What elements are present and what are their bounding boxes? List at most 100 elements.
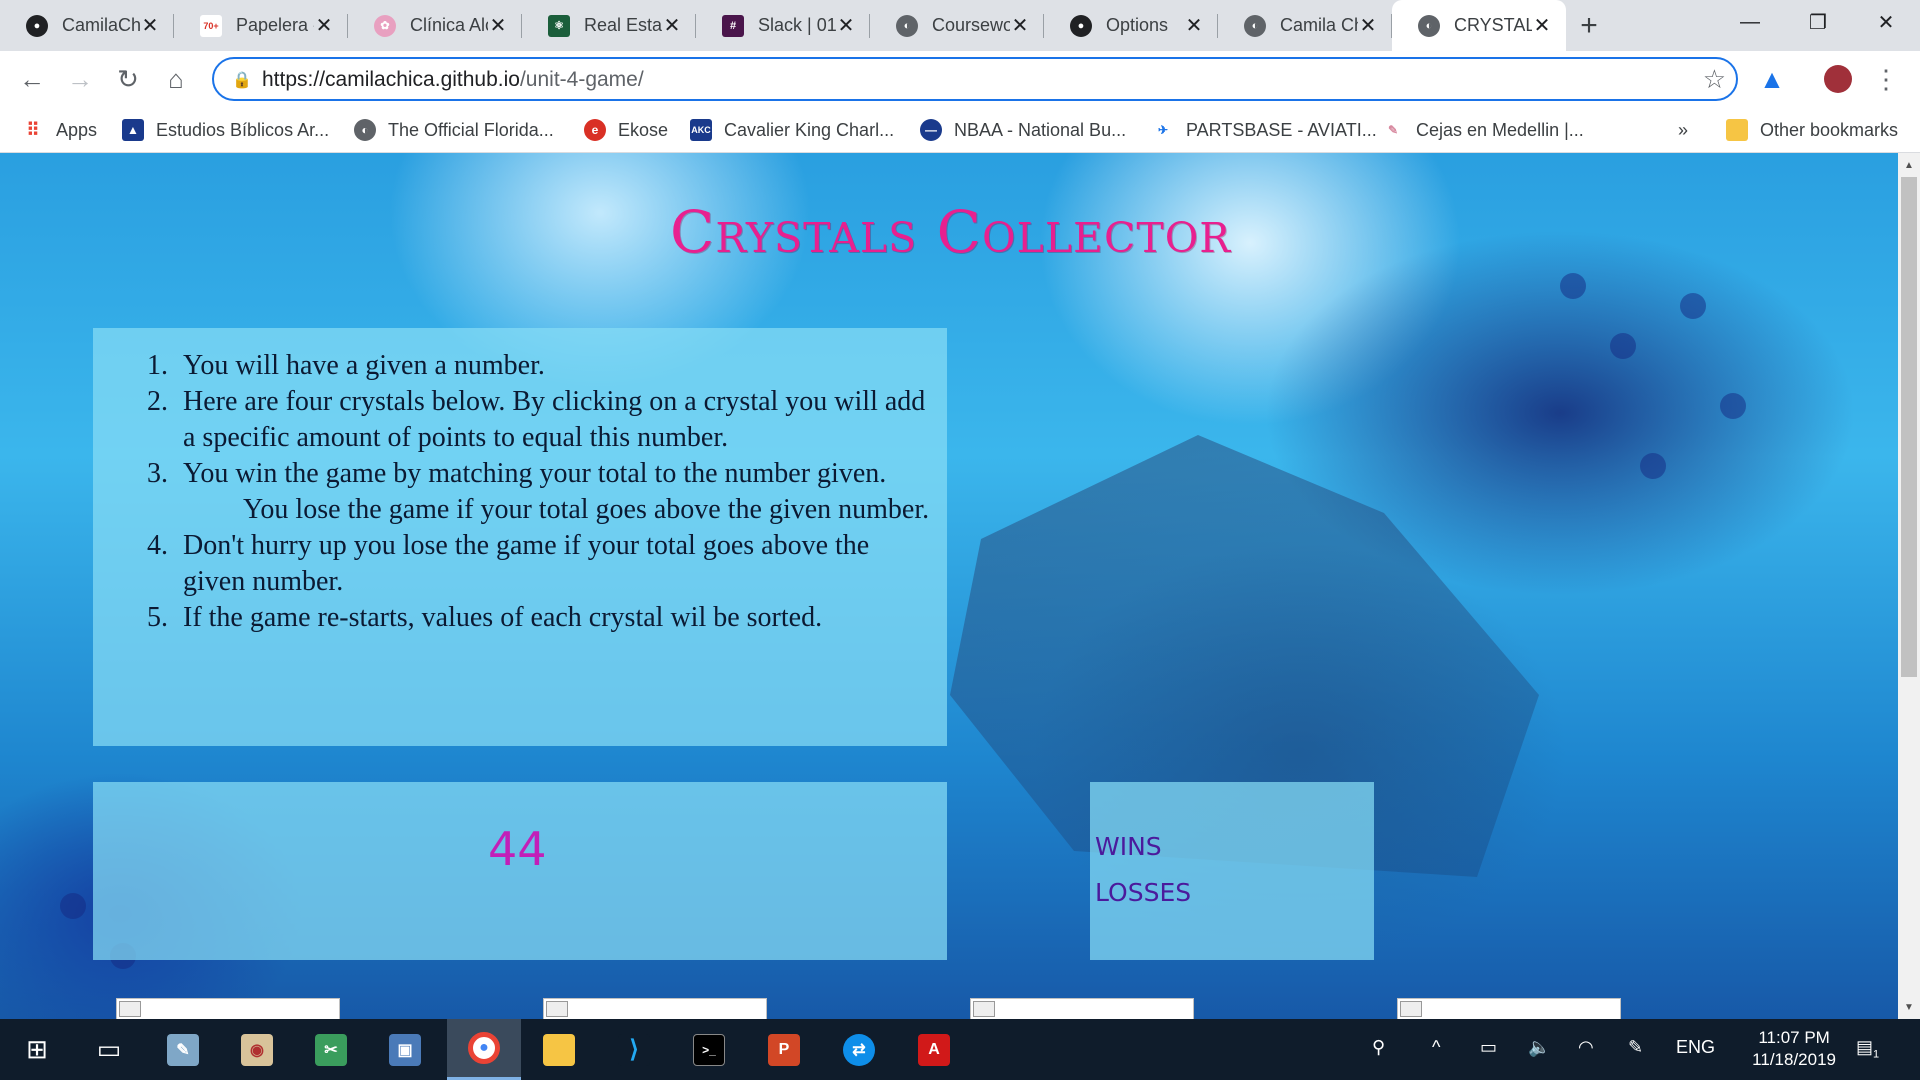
clock[interactable]: 11:07 PM 11/18/2019	[1752, 1027, 1836, 1071]
instruction-item: Don't hurry up you lose the game if your…	[175, 528, 931, 600]
crystal-button-4[interactable]	[1397, 998, 1621, 1019]
home-icon[interactable]: ⌂	[156, 59, 196, 99]
tab-camila-chi[interactable]: ◐ Camila Chi✕	[1218, 0, 1392, 51]
bookmark-partsbase[interactable]: ✈ PARTSBASE - AVIATI...	[1152, 115, 1377, 145]
close-icon[interactable]: ✕	[140, 13, 160, 38]
tab-title: Clínica Alc	[410, 15, 488, 35]
instruction-item: Here are four crystals below. By clickin…	[175, 384, 931, 456]
globe-icon: ◐	[1244, 14, 1266, 37]
pen-icon[interactable]: ✎	[1628, 1037, 1643, 1058]
stats-panel: WINS LOSSES	[1090, 782, 1374, 960]
url-path: /unit-4-game/	[519, 68, 644, 91]
task-view-icon[interactable]: ▭	[72, 1019, 146, 1080]
instruction-item: You win the game by matching your total …	[175, 456, 931, 528]
losses-label: LOSSES	[1095, 878, 1192, 907]
bookmark-estudios[interactable]: ▲ Estudios Bíblicos Ar...	[122, 115, 329, 145]
new-tab-button[interactable]: +	[1566, 0, 1612, 51]
coral-decoration	[1640, 453, 1666, 479]
clock-time: 11:07 PM	[1758, 1028, 1830, 1047]
tab-camilachica[interactable]: ● CamilaChica✕	[0, 0, 174, 51]
profile-avatar[interactable]	[1818, 59, 1858, 99]
bookmark-label: Cejas en Medellin |...	[1416, 119, 1584, 140]
close-icon[interactable]: ✕	[1532, 13, 1552, 38]
bookmark-other[interactable]: Other bookmarks	[1726, 115, 1898, 145]
page-scrollbar[interactable]: ▲ ▼	[1898, 153, 1920, 1019]
reload-icon[interactable]: ↻	[108, 59, 148, 99]
bookmark-akc[interactable]: AKC Cavalier King Charl...	[690, 115, 894, 145]
bookmark-star-icon[interactable]: ☆	[1703, 64, 1726, 95]
teamviewer-icon[interactable]: ⇄	[822, 1019, 896, 1080]
wifi-icon[interactable]: ◠	[1578, 1037, 1594, 1058]
slack-icon: #	[722, 14, 744, 37]
tab-clinica[interactable]: ✿ Clínica Alc ✕	[348, 0, 522, 51]
lock-icon: 🔒	[232, 72, 252, 89]
close-icon[interactable]: ✕	[1358, 13, 1378, 38]
powerpoint-icon[interactable]: P	[747, 1019, 821, 1080]
chrome-icon[interactable]: ●	[447, 1019, 521, 1080]
coral-decoration	[1720, 393, 1746, 419]
bookmark-nbaa[interactable]: ― NBAA - National Bu...	[920, 115, 1126, 145]
snipping-icon[interactable]: ✂	[294, 1019, 368, 1080]
page-viewport: Crystals Collector You will have a given…	[0, 153, 1898, 1019]
window-close-icon[interactable]: ✕	[1852, 0, 1920, 44]
tab-real-estate[interactable]: ⚛ Real Estate✕	[522, 0, 696, 51]
coral-decoration	[1610, 333, 1636, 359]
restore-icon[interactable]: ❐	[1784, 0, 1852, 44]
remote-desktop-icon[interactable]: ▣	[368, 1019, 442, 1080]
tab-papelera[interactable]: 70+ Papelera - ✕	[174, 0, 348, 51]
address-bar[interactable]: 🔒 https://camilachica.github.io/unit-4-g…	[212, 57, 1738, 101]
paint-icon[interactable]: ◉	[220, 1019, 294, 1080]
close-icon[interactable]: ✕	[314, 13, 334, 38]
instruction-item: You will have a given a number.	[175, 348, 931, 384]
close-icon[interactable]: ✕	[1010, 13, 1030, 38]
battery-icon[interactable]: ▭	[1480, 1037, 1497, 1058]
clock-date: 11/18/2019	[1752, 1050, 1836, 1069]
terminal-icon[interactable]: >_	[672, 1019, 746, 1080]
menu-icon[interactable]: ⋮	[1866, 59, 1906, 99]
crystal-button-2[interactable]	[543, 998, 767, 1019]
tab-slack[interactable]: # Slack | 01 -✕	[696, 0, 870, 51]
close-icon[interactable]: ✕	[836, 13, 856, 38]
back-icon[interactable]: ←	[12, 59, 52, 99]
bookmark-label: PARTSBASE - AVIATI...	[1186, 119, 1377, 140]
notepad-icon[interactable]: ✎	[146, 1019, 220, 1080]
start-icon[interactable]: ⊞	[0, 1019, 74, 1080]
close-icon[interactable]: ✕	[662, 13, 682, 38]
bookmark-label: Apps	[56, 119, 98, 140]
crystal-button-3[interactable]	[970, 998, 1194, 1019]
notification-icon[interactable]: ▤1	[1856, 1037, 1879, 1061]
language-indicator[interactable]: ENG	[1676, 1037, 1715, 1058]
url-text[interactable]: https://camilachica.github.io/unit-4-gam…	[262, 68, 644, 92]
tab-crystals[interactable]: ◐ CRYSTALS✕	[1392, 0, 1566, 51]
bookmark-cejas[interactable]: ✎ Cejas en Medellin |...	[1382, 115, 1584, 145]
people-icon[interactable]: ⚲	[1372, 1037, 1385, 1058]
game-title: Crystals Collector	[670, 198, 1232, 266]
tab-title: Coursework	[932, 15, 1010, 35]
volume-icon[interactable]: 🔈	[1528, 1037, 1550, 1058]
bookmark-florida[interactable]: ◐ The Official Florida...	[354, 115, 554, 145]
minimize-icon[interactable]: —	[1716, 0, 1784, 44]
tab-title: Real Estate	[584, 15, 662, 35]
scroll-up-icon[interactable]: ▲	[1898, 155, 1920, 175]
tab-coursework[interactable]: ◐ Coursework✕	[870, 0, 1044, 51]
vscode-icon[interactable]: ⟩	[597, 1019, 671, 1080]
acrobat-icon[interactable]: A	[897, 1019, 971, 1080]
chevron-up-icon[interactable]: ^	[1432, 1037, 1440, 1058]
tab-options[interactable]: ● Options ✕	[1044, 0, 1218, 51]
windows-taskbar: ⊞ ▭ ✎ ◉ ✂ ▣ ● ⟩ >_ P ⇄ A ⚲ ^ ▭ 🔈 ◠ ✎ ENG…	[0, 1019, 1920, 1080]
forward-icon[interactable]: →	[60, 59, 100, 99]
scrollbar-thumb[interactable]	[1901, 177, 1917, 677]
extension-icon[interactable]: ▲	[1752, 59, 1792, 99]
globe-icon: ◐	[1418, 14, 1440, 37]
browser-toolbar: ← → ↻ ⌂ 🔒 https://camilachica.github.io/…	[0, 51, 1920, 107]
bookmark-ekose[interactable]: e Ekose	[584, 115, 668, 145]
scroll-down-icon[interactable]: ▼	[1898, 997, 1920, 1017]
bookmarks-more-button[interactable]: »	[1678, 115, 1688, 145]
file-explorer-icon[interactable]	[522, 1019, 596, 1080]
tab-title: Slack | 01 -	[758, 15, 836, 35]
bookmark-apps[interactable]: ⠿ Apps	[22, 115, 97, 145]
partsbase-icon: ✈	[1152, 119, 1174, 141]
close-icon[interactable]: ✕	[488, 13, 508, 38]
close-icon[interactable]: ✕	[1184, 13, 1204, 38]
crystal-button-1[interactable]	[116, 998, 340, 1019]
